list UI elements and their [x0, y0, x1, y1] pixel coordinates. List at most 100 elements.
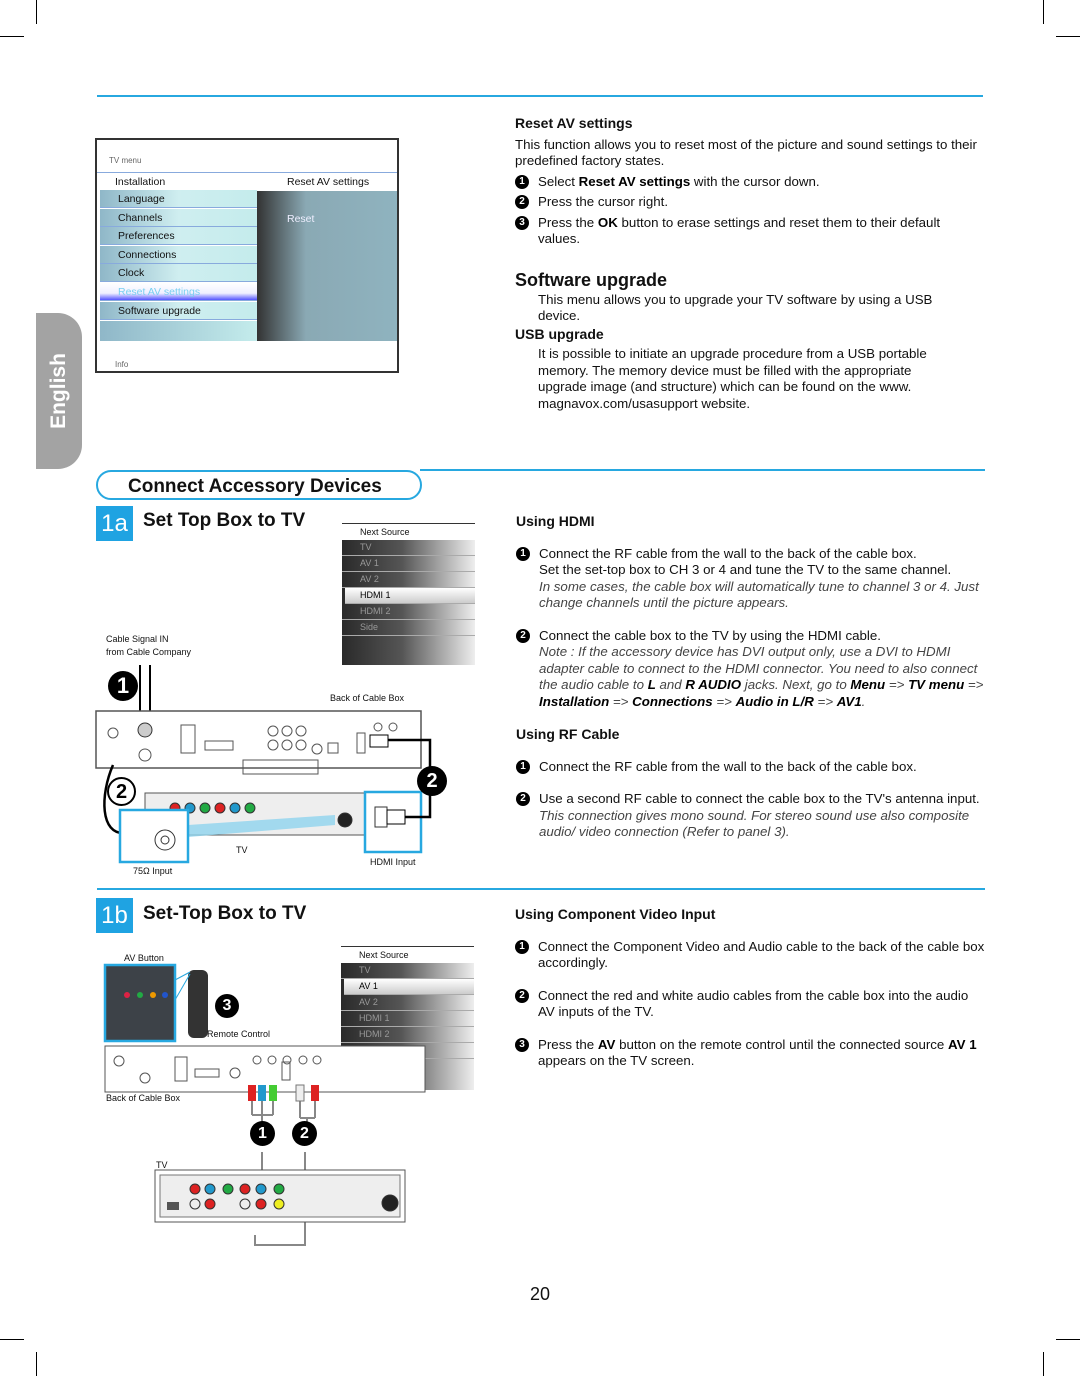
- menu-item[interactable]: Connections: [100, 245, 257, 264]
- step-item: 1 Select Reset AV settings with the curso…: [515, 174, 985, 191]
- step-callout-2: 2: [107, 777, 136, 806]
- panel-title-1b: Set-Top Box to TV: [143, 903, 307, 924]
- crop-mark: [36, 0, 37, 24]
- remote-control-icon: [188, 970, 208, 1038]
- divider: [420, 469, 985, 471]
- step-callout-3: 3: [215, 994, 239, 1018]
- usb-upgrade-heading: USB upgrade: [515, 325, 604, 342]
- text-segment: Use a second RF cable to connect the cab…: [539, 791, 980, 806]
- 75-ohm-input-label: 75Ω Input: [133, 866, 173, 876]
- bold-text: Installation: [539, 693, 610, 709]
- bold-text: TV menu: [908, 677, 965, 692]
- step-item: 2 Connect the cable box to the TV by usin…: [516, 628, 986, 711]
- section-header: Connect Accessory Devices: [96, 470, 422, 500]
- bold-text: R AUDIO: [685, 677, 742, 692]
- software-upgrade-intro: This menu allows you to upgrade your TV …: [538, 291, 933, 324]
- text-segment: =>: [712, 693, 736, 709]
- step-item: 3 Press the OK button to erase settings a…: [515, 215, 985, 248]
- text-segment: Set the set-top box to CH 3 or 4 and tun…: [539, 562, 952, 577]
- step-number-icon: 2: [515, 988, 529, 1003]
- crop-mark: [1056, 36, 1080, 37]
- bold-text: AV1: [836, 693, 862, 709]
- text-segment: This connection gives mono sound. For st…: [539, 807, 970, 840]
- source-option[interactable]: Side: [342, 620, 475, 636]
- using-rf-heading: Using RF Cable: [516, 726, 620, 742]
- tv-menu-screenshot: TV menu Reset Installation Reset AV sett…: [95, 138, 399, 373]
- menu-item[interactable]: Channels: [100, 208, 257, 227]
- reset-av-intro: This function allows you to reset most o…: [515, 136, 977, 169]
- reset-av-heading: Reset AV settings: [515, 115, 633, 131]
- text-segment: with the cursor down.: [690, 173, 820, 189]
- section-title: Connect Accessory Devices: [128, 476, 382, 497]
- menu-item[interactable]: Preferences: [100, 227, 257, 246]
- page-number: 20: [530, 1284, 551, 1304]
- text-segment: Press the: [538, 1036, 598, 1052]
- panel-title-1a: Set Top Box to TV: [143, 510, 306, 531]
- panel-badge-1a: 1a: [96, 506, 133, 541]
- source-option[interactable]: AV 1: [342, 556, 475, 572]
- step-callout-1: 1: [108, 671, 138, 701]
- source-option[interactable]: AV 2: [342, 572, 475, 588]
- source-option[interactable]: TV: [342, 540, 475, 556]
- tv-menu-title: TV menu: [109, 156, 142, 165]
- step-item: 3 Press the AV button on the remote contr…: [515, 1037, 985, 1070]
- step-item: 1 Connect the RF cable from the wall to t…: [516, 546, 986, 612]
- text-segment: appears on the TV screen.: [538, 1053, 695, 1068]
- text-segment: Connect the RF cable from the wall to th…: [539, 545, 917, 561]
- back-of-cable-box-label: Back of Cable Box: [106, 1093, 181, 1103]
- remote-control-label: Remote Control: [207, 1029, 271, 1039]
- bold-text: L: [647, 677, 656, 692]
- hdmi-connection-diagram: [95, 665, 432, 864]
- text-segment: =>: [609, 693, 633, 709]
- step-item: 1 Connect the RF cable from the wall to t…: [516, 759, 986, 776]
- reset-av-section: Reset AV settings This function allows y…: [515, 115, 985, 252]
- remote-closeup: [103, 963, 177, 1043]
- text-segment: and: [655, 677, 686, 692]
- text-segment: Connect the RF cable from the wall to th…: [539, 758, 917, 774]
- menu-item[interactable]: Clock: [100, 264, 257, 283]
- menu-reset-option[interactable]: Reset: [287, 213, 314, 225]
- step-number-icon: 2: [516, 792, 530, 806]
- step-number-icon: 1: [516, 546, 530, 561]
- menu-info: Info: [115, 360, 129, 369]
- step-number-icon: 1: [515, 939, 529, 954]
- text-segment: Press the cursor right.: [538, 194, 669, 209]
- menu-column-right: Reset AV settings: [287, 176, 370, 188]
- source-option[interactable]: HDMI 1: [345, 588, 475, 604]
- text-segment: Select: [538, 173, 579, 189]
- crop-mark: [1056, 1339, 1080, 1340]
- text-segment: .: [861, 693, 866, 709]
- hdmi-input-label: HDMI Input: [370, 857, 416, 867]
- usb-upgrade-text: It is possible to initiate an upgrade pr…: [538, 346, 927, 411]
- text-segment: =>: [813, 693, 837, 709]
- step-callout-2: 2: [292, 1121, 317, 1146]
- panel-badge-1b: 1b: [96, 898, 133, 933]
- menu-item[interactable]: Language: [100, 190, 257, 208]
- bold-text: Reset AV settings: [578, 173, 691, 189]
- step-callout-2: 2: [417, 766, 447, 796]
- bold-text: Connections: [632, 693, 713, 709]
- software-upgrade-heading: Software upgrade: [515, 270, 668, 290]
- 75-ohm-input-callout: [118, 808, 190, 864]
- next-source-menu-1a: Next Source TV AV 1 AV 2 HDMI 1 HDMI 2 Side: [342, 523, 475, 665]
- step-number-icon: 2: [515, 195, 529, 209]
- bold-text: Audio in L/R: [735, 693, 814, 709]
- text-segment: button on the remote control until the c…: [615, 1036, 949, 1052]
- using-component-section: Using Component Video Input 1 Connect the…: [515, 906, 985, 1086]
- text-segment: Connect the Component Video and Audio ca…: [538, 938, 985, 971]
- crop-mark: [1043, 0, 1044, 24]
- step-item: 2 Use a second RF cable to connect the ca…: [516, 791, 986, 841]
- using-hdmi-heading: Using HDMI: [516, 513, 595, 529]
- menu-item[interactable]: Software upgrade: [100, 301, 257, 320]
- menu-column-left: Installation: [115, 176, 166, 188]
- text-segment: In some cases, the cable box will automa…: [539, 578, 979, 611]
- step-number-icon: 1: [516, 759, 530, 774]
- bold-text: Menu: [850, 677, 886, 692]
- bold-text: AV 1: [948, 1036, 977, 1052]
- step-callout-1: 1: [250, 1121, 275, 1146]
- text-segment: =>: [885, 677, 909, 692]
- divider: [97, 95, 983, 97]
- text-segment: jacks. Next, go to: [741, 677, 851, 692]
- menu-item[interactable]: Reset AV settings: [100, 283, 257, 301]
- source-option[interactable]: HDMI 2: [342, 604, 475, 620]
